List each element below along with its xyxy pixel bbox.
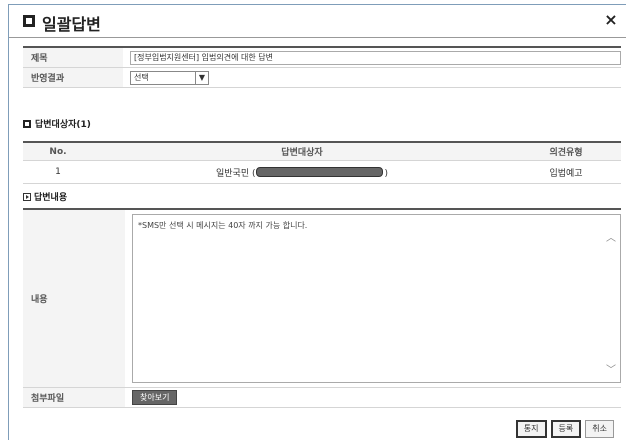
- result-select-value: 선택: [134, 72, 149, 82]
- chevron-down-icon[interactable]: ▼: [195, 71, 208, 84]
- row-no: 1: [23, 160, 93, 184]
- register-button[interactable]: 등록: [550, 420, 582, 438]
- content-label: 내용: [23, 208, 125, 388]
- redacted-name: [256, 166, 384, 177]
- attach-label: 첨부파일: [23, 387, 125, 408]
- subject-row: 제목: [23, 46, 621, 68]
- answer-heading: 답변내용: [34, 193, 68, 203]
- table-row: 1 일반국민 () 입법예고: [23, 160, 621, 184]
- scroll-down-icon[interactable]: ﹀: [606, 361, 616, 376]
- section-play-icon: [23, 193, 31, 201]
- cancel-button[interactable]: 취소: [585, 420, 614, 438]
- result-cell: 선택 ▼: [123, 67, 621, 88]
- column-header-type: 의견유형: [511, 141, 621, 161]
- result-row: 반영결과 선택 ▼: [23, 67, 621, 88]
- subject-cell: [123, 46, 621, 68]
- attach-cell: 찾아보기: [125, 387, 621, 408]
- content-row: 내용 *SMS만 선택 시 메시지는 40자 까지 가능 합니다. ︿ ﹀: [23, 208, 621, 388]
- answer-content-table: 내용 *SMS만 선택 시 메시지는 40자 까지 가능 합니다. ︿ ﹀ 첨부…: [23, 208, 621, 408]
- send-button[interactable]: 통지: [515, 420, 547, 438]
- close-icon[interactable]: ×: [602, 11, 620, 29]
- scroll-up-icon[interactable]: ︿: [606, 229, 616, 244]
- result-select[interactable]: 선택 ▼: [130, 70, 209, 85]
- row-target-suffix: ): [384, 168, 388, 179]
- targets-table: No. 답변대상자 의견유형 1 일반국민 () 입법예고: [23, 141, 621, 184]
- targets-heading: 답변대상자(1): [35, 120, 91, 130]
- subject-label: 제목: [23, 46, 123, 68]
- row-target-prefix: 일반국민 (: [215, 168, 256, 179]
- column-header-target: 답변대상자: [93, 141, 511, 161]
- column-header-no: No.: [23, 141, 93, 161]
- bulk-answer-dialog: 일괄답변 × 제목 반영결과 선택 ▼ 답변대상자(1) No. 답변대: [8, 4, 626, 440]
- targets-header-row: No. 답변대상자 의견유형: [23, 141, 621, 161]
- answer-form-table: 제목 반영결과 선택 ▼: [23, 46, 621, 88]
- content-textarea[interactable]: *SMS만 선택 시 메시지는 40자 까지 가능 합니다. ︿ ﹀: [132, 214, 621, 383]
- row-target: 일반국민 (): [93, 160, 511, 184]
- browse-button[interactable]: 찾아보기: [132, 390, 178, 405]
- subject-input[interactable]: [130, 50, 621, 65]
- targets-heading-wrap: 답변대상자(1): [23, 117, 91, 130]
- section-square-icon: [23, 120, 31, 128]
- window-square-icon: [23, 15, 35, 27]
- answer-heading-wrap: 답변내용: [23, 190, 67, 203]
- row-type: 입법예고: [511, 160, 621, 184]
- dialog-title: 일괄답변: [42, 15, 101, 34]
- attach-row: 첨부파일 찾아보기: [23, 387, 621, 408]
- action-buttons: 통지 등록 취소: [512, 420, 614, 438]
- dialog-titlebar: 일괄답변 ×: [9, 5, 626, 38]
- content-cell: *SMS만 선택 시 메시지는 40자 까지 가능 합니다. ︿ ﹀: [125, 208, 621, 388]
- content-text: *SMS만 선택 시 메시지는 40자 까지 가능 합니다.: [138, 221, 308, 230]
- result-label: 반영결과: [23, 67, 123, 88]
